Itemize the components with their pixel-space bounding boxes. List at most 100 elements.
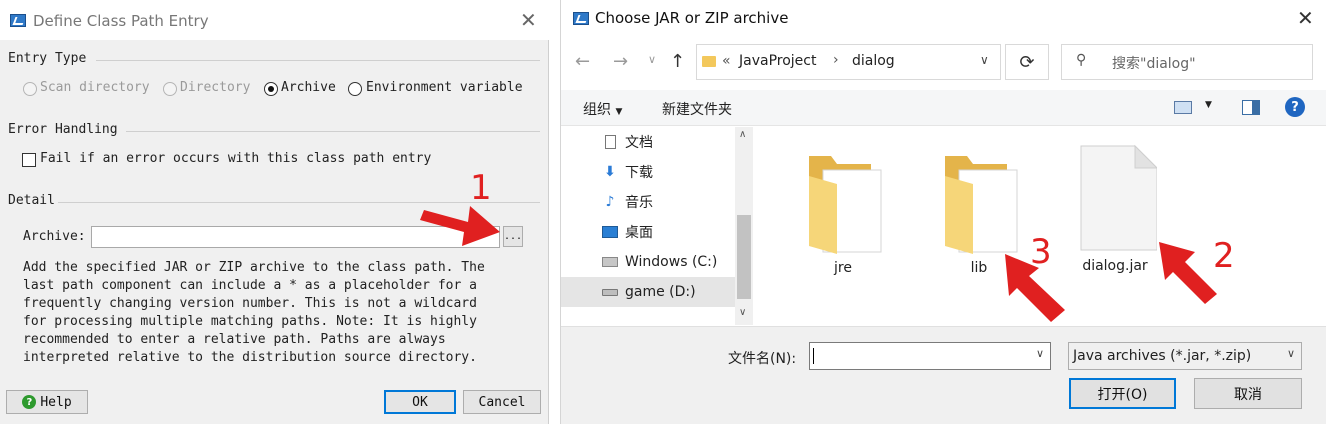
file-item-jre[interactable]: jre	[797, 146, 889, 276]
radio-directory[interactable]	[163, 82, 177, 96]
nav-item-label: 音乐	[625, 195, 653, 211]
music-icon: ♪	[605, 194, 615, 210]
organize-label: 组织	[583, 102, 611, 118]
search-placeholder: 搜索"dialog"	[1112, 56, 1196, 72]
breadcrumb-separator-icon: ›	[833, 52, 839, 68]
nav-item-windows-c[interactable]: Windows (C:)	[561, 247, 735, 277]
folder-icon	[945, 156, 1018, 254]
toolbar: 组织 ▼ 新建文件夹 ▼ ?	[561, 90, 1326, 126]
view-caret-icon[interactable]: ▼	[1205, 100, 1212, 110]
file-name: jre	[834, 260, 852, 276]
nav-item-label: Windows (C:)	[625, 254, 718, 270]
radio-archive[interactable]	[264, 82, 278, 96]
nav-item-label: game (D:)	[625, 284, 696, 300]
detail-heading: Detail	[8, 193, 55, 208]
scrollbar-thumb[interactable]	[737, 215, 751, 299]
file-type-value: Java archives (*.jar, *.zip)	[1073, 348, 1252, 364]
nav-item-desktop[interactable]: 桌面	[561, 217, 735, 247]
file-item-dialog-jar[interactable]: dialog.jar	[1069, 144, 1161, 274]
close-icon[interactable]: ✕	[520, 10, 537, 30]
archive-label: Archive:	[23, 229, 86, 244]
close-icon[interactable]: ✕	[1297, 8, 1314, 28]
organize-menu[interactable]: 组织 ▼	[583, 99, 622, 119]
app-icon	[573, 12, 589, 25]
cancel-button[interactable]: Cancel	[463, 390, 541, 414]
help-icon: ?	[22, 395, 37, 409]
address-bar[interactable]: « JavaProject › dialog ∨	[696, 44, 1001, 80]
dialog-title: Choose JAR or ZIP archive	[595, 9, 789, 27]
preview-pane-icon[interactable]	[1242, 100, 1260, 115]
text-cursor	[813, 348, 814, 364]
fail-on-error-checkbox[interactable]	[22, 153, 36, 167]
dialog-title: Define Class Path Entry	[33, 12, 209, 30]
folder-icon	[702, 56, 716, 67]
radio-label-scan-directory: Scan directory	[40, 80, 150, 95]
annotation-arrow-1	[420, 206, 500, 246]
browse-button[interactable]: ...	[503, 226, 523, 247]
fail-on-error-label: Fail if an error occurs with this class …	[40, 151, 432, 166]
forward-arrow-icon[interactable]: →	[613, 51, 628, 72]
cancel-button[interactable]: 取消	[1194, 378, 1302, 409]
file-type-select[interactable]: Java archives (*.jar, *.zip) ∨	[1068, 342, 1302, 370]
folder-icon	[809, 156, 882, 254]
filename-label: 文件名(N):	[728, 351, 797, 367]
drive-icon	[601, 284, 619, 300]
error-handling-heading: Error Handling	[8, 122, 118, 137]
chevron-down-icon[interactable]: ∨	[980, 53, 989, 67]
filename-input[interactable]: ∨	[809, 342, 1051, 370]
file-name: dialog.jar	[1082, 258, 1148, 274]
breadcrumb-dialog[interactable]: dialog	[852, 53, 895, 69]
help-icon[interactable]: ?	[1285, 97, 1305, 117]
jar-file-icon	[1080, 144, 1157, 251]
annotation-arrow-2	[1159, 242, 1217, 304]
divider	[126, 131, 540, 132]
new-folder-button[interactable]: 新建文件夹	[662, 99, 732, 119]
refresh-button[interactable]: ⟳	[1005, 44, 1049, 80]
define-class-path-dialog: Define Class Path Entry ✕ Entry Type Sca…	[0, 0, 549, 424]
help-button[interactable]: ? Help	[6, 390, 88, 414]
choose-archive-dialog: Choose JAR or ZIP archive ✕ ← → ∨ ↑ « Ja…	[560, 0, 1326, 424]
scroll-down-icon[interactable]: ∨	[739, 307, 746, 318]
file-name: lib	[970, 260, 988, 276]
title-bar: Define Class Path Entry ✕	[0, 0, 549, 40]
nav-item-documents[interactable]: 文档	[561, 127, 735, 157]
refresh-icon: ⟳	[1019, 51, 1035, 73]
up-arrow-icon[interactable]: ↑	[670, 51, 685, 72]
chevron-down-icon[interactable]: ∨	[1287, 347, 1295, 360]
navigation-pane: 文档 ⬇ 下载 ♪ 音乐 桌面 Windows (C:) game (D:)	[561, 127, 753, 325]
search-icon: ⚲	[1076, 52, 1087, 68]
annotation-arrow-3	[1005, 254, 1065, 322]
scroll-up-icon[interactable]: ∧	[739, 129, 746, 140]
nav-item-label: 文档	[625, 135, 653, 151]
file-dialog-footer: 文件名(N): ∨ Java archives (*.jar, *.zip) ∨…	[561, 326, 1326, 424]
radio-environment-variable[interactable]	[348, 82, 362, 96]
nav-item-music[interactable]: ♪ 音乐	[561, 187, 735, 217]
archive-description: Add the specified JAR or ZIP archive to …	[23, 260, 485, 365]
caret-down-icon: ▼	[615, 107, 623, 117]
nav-item-game-d[interactable]: game (D:)	[561, 277, 735, 307]
view-options-icon[interactable]	[1174, 101, 1192, 114]
help-button-label: Help	[40, 394, 72, 410]
open-button[interactable]: 打开(O)	[1069, 378, 1176, 409]
radio-scan-directory[interactable]	[23, 82, 37, 96]
radio-label-archive: Archive	[281, 80, 336, 95]
chevron-down-icon[interactable]: ∨	[1036, 347, 1044, 360]
search-box[interactable]: ⚲ 搜索"dialog"	[1061, 44, 1313, 80]
ok-button[interactable]: OK	[384, 390, 456, 414]
breadcrumb-javaproject[interactable]: JavaProject	[739, 53, 816, 69]
nav-item-label: 桌面	[625, 225, 653, 241]
desktop-icon	[601, 224, 619, 240]
windows-drive-icon	[601, 254, 619, 270]
radio-label-environment-variable: Environment variable	[366, 80, 523, 95]
radio-label-directory: Directory	[180, 80, 251, 95]
breadcrumb-overflow[interactable]: «	[722, 53, 731, 69]
download-icon: ⬇	[604, 164, 616, 180]
nav-item-downloads[interactable]: ⬇ 下载	[561, 157, 735, 187]
nav-item-label: 下载	[625, 165, 653, 181]
document-icon	[601, 134, 619, 150]
divider	[96, 60, 540, 61]
nav-scrollbar[interactable]: ∧ ∨	[735, 127, 753, 325]
recent-locations-icon[interactable]: ∨	[648, 53, 656, 66]
back-arrow-icon[interactable]: ←	[575, 51, 590, 72]
app-icon	[10, 14, 26, 27]
